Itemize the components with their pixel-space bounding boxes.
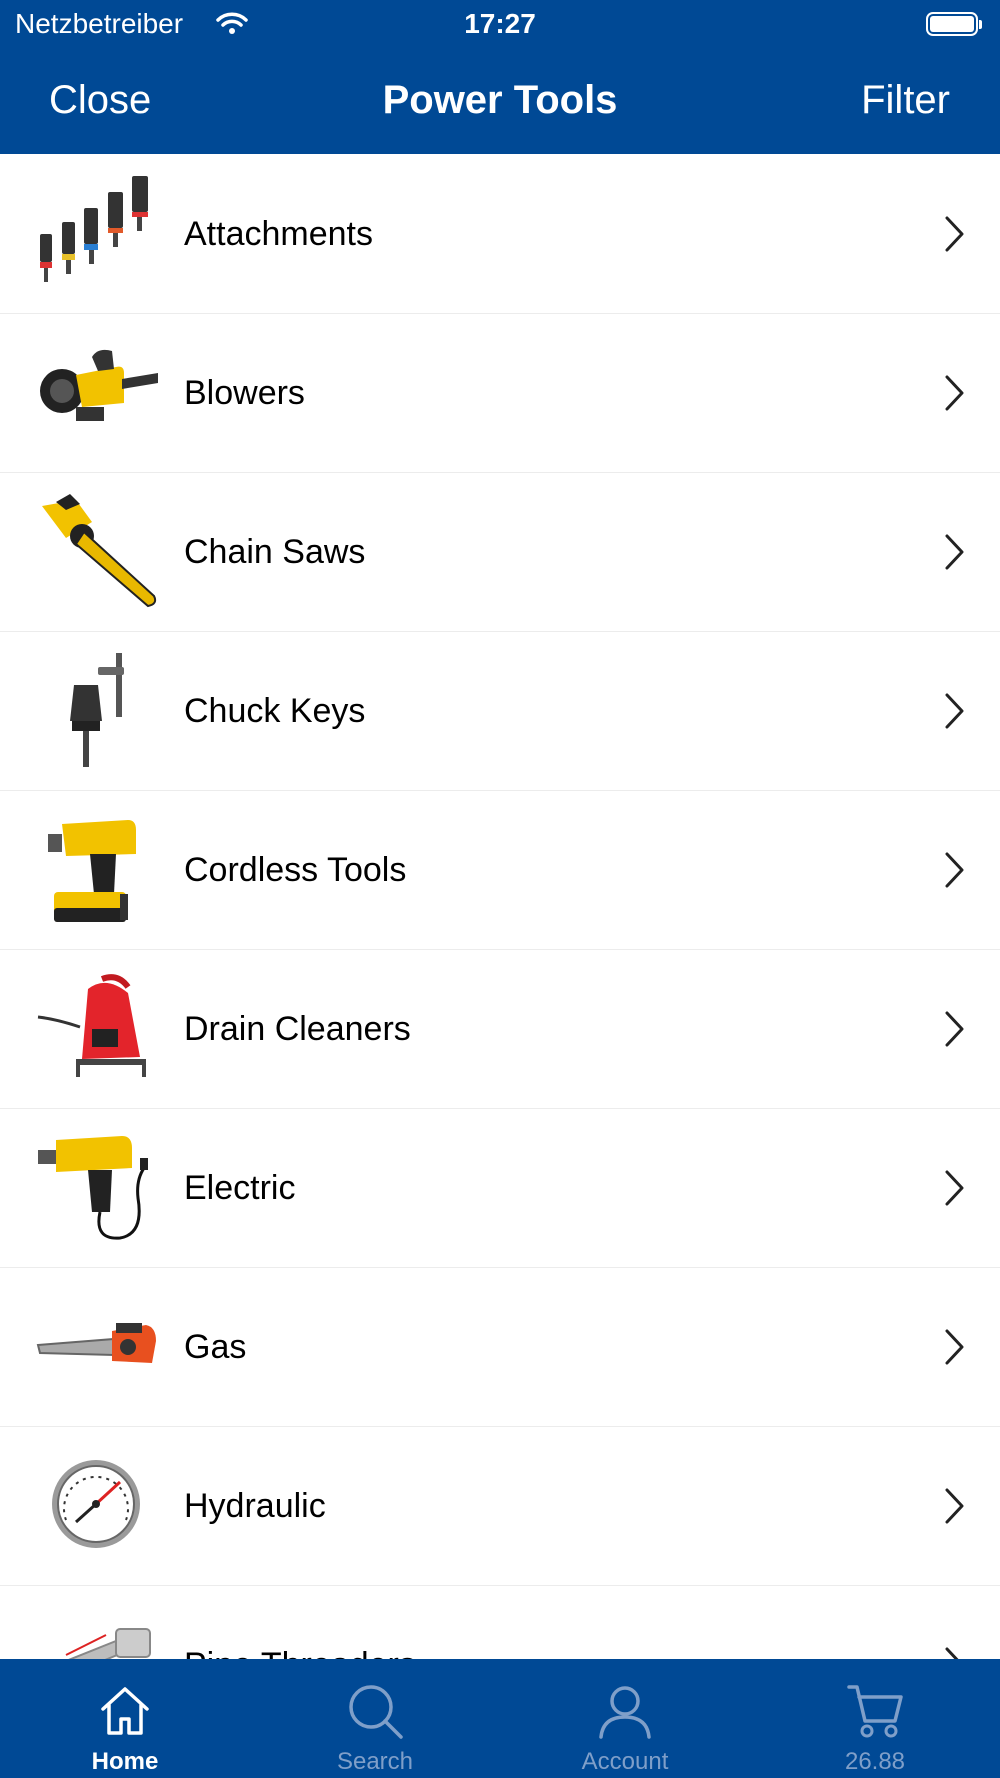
list-item-label: Gas [184, 1328, 247, 1366]
tab-search[interactable]: Search [250, 1659, 500, 1778]
socket-set-icon [40, 176, 148, 282]
gas-chainsaw-icon [36, 1323, 156, 1363]
pipe-threader-icon [65, 1628, 151, 1659]
list-item-chain-saws[interactable]: Chain Saws [0, 473, 1000, 632]
list-item-label: Cordless Tools [184, 851, 407, 889]
list-item-label: Pipe Threaders [184, 1586, 416, 1659]
chevron-right-icon [945, 1488, 964, 1524]
list-item-label: Blowers [184, 374, 305, 412]
list-item-label: Attachments [184, 215, 373, 253]
leaf-blower-icon [40, 349, 158, 421]
chevron-right-icon [945, 1647, 959, 1659]
drain-cleaner-icon [37, 974, 146, 1077]
list-item-drain-cleaners[interactable]: Drain Cleaners [0, 950, 1000, 1109]
list-item-attachments[interactable]: Attachments [0, 155, 1000, 314]
chevron-right-icon [945, 375, 964, 411]
tab-cart[interactable]: 26.88 [750, 1659, 1000, 1778]
status-bar: Netzbetreiber 17:27 [0, 0, 1000, 50]
list-item-gas[interactable]: Gas [0, 1268, 1000, 1427]
chevron-right-icon [945, 852, 964, 888]
status-time: 17:27 [464, 8, 536, 39]
search-icon [349, 1685, 403, 1739]
chevron-right-icon [945, 534, 964, 570]
pressure-gauge-icon [52, 1460, 140, 1548]
tab-account-label: Account [581, 1748, 669, 1775]
page-title: Power Tools [382, 78, 618, 122]
cart-total: 26.88 [844, 1748, 906, 1775]
list-item-label: Drain Cleaners [184, 1010, 411, 1048]
chevron-right-icon [945, 1011, 964, 1047]
cart-icon [847, 1685, 903, 1738]
chevron-right-icon [945, 1170, 964, 1206]
list-item-label: Hydraulic [184, 1487, 326, 1525]
top-bar: Netzbetreiber 17:27 Close Power Tools Fi… [0, 0, 1000, 154]
list-item-label: Electric [184, 1169, 296, 1207]
chuck-key-icon [70, 653, 124, 767]
list-item-chuck-keys[interactable]: Chuck Keys [0, 632, 1000, 791]
impact-wrench-icon [38, 1136, 148, 1240]
chevron-right-icon [945, 1329, 964, 1365]
tab-bar: Home Search Account 26.88 [0, 1659, 1000, 1778]
list-item-label: Chuck Keys [184, 692, 366, 730]
list-item-cordless-tools[interactable]: Cordless Tools [0, 791, 1000, 950]
list-item-hydraulic[interactable]: Hydraulic [0, 1427, 1000, 1586]
filter-button[interactable]: Filter [861, 78, 950, 123]
battery-icon [926, 12, 982, 38]
tab-account[interactable]: Account [500, 1659, 750, 1778]
cordless-drill-icon [48, 820, 136, 922]
chain-saw-icon [42, 494, 157, 608]
chevron-right-icon [945, 693, 964, 729]
list-item-label: Chain Saws [184, 533, 366, 571]
category-list: Attachments Blowers Chain Saws Chuck Key… [0, 155, 1000, 1659]
account-icon [599, 1686, 651, 1739]
tab-home-label: Home [91, 1748, 159, 1775]
tab-search-label: Search [336, 1748, 414, 1775]
home-icon [101, 1687, 149, 1735]
list-item-pipe-threaders[interactable]: Pipe Threaders [0, 1586, 1000, 1659]
screen: Netzbetreiber 17:27 Close Power Tools Fi… [0, 0, 1000, 1778]
tab-home[interactable]: Home [0, 1659, 250, 1778]
list-item-blowers[interactable]: Blowers [0, 314, 1000, 473]
list-item-electric[interactable]: Electric [0, 1109, 1000, 1268]
chevron-right-icon [945, 216, 964, 252]
